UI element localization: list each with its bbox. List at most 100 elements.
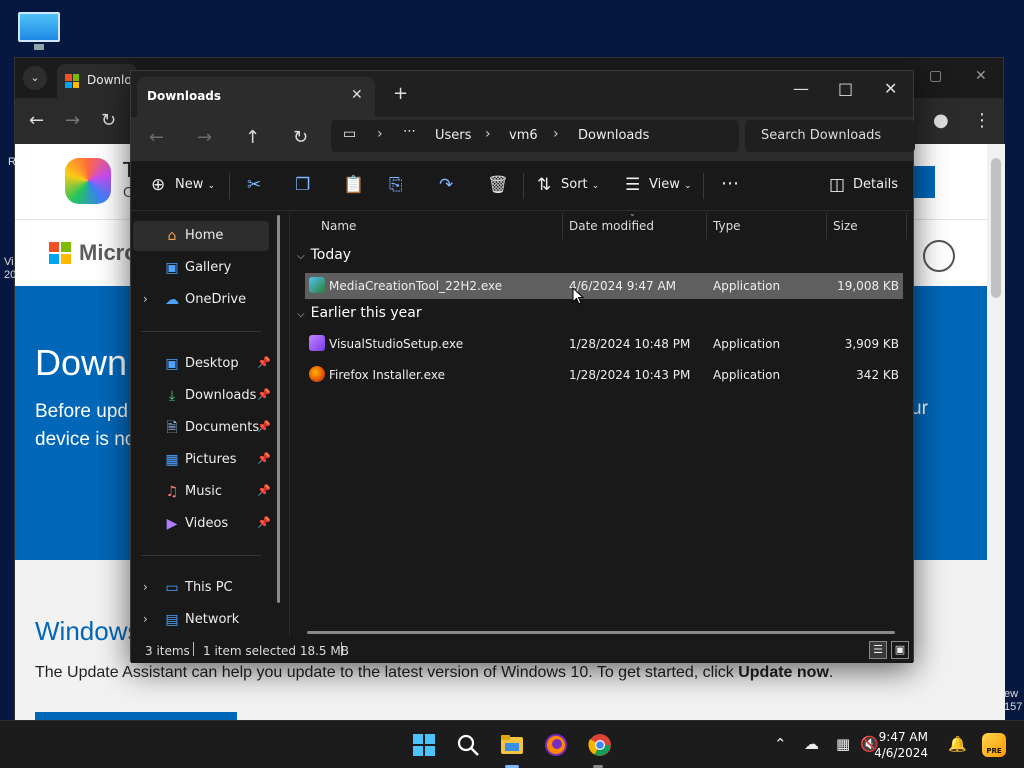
search-input[interactable]: Search Downloads bbox=[745, 120, 915, 152]
chrome-taskbar-icon[interactable] bbox=[588, 733, 612, 757]
cloud-icon: ☁ bbox=[165, 292, 179, 308]
chevron-right-icon[interactable]: › bbox=[377, 126, 383, 142]
show-hidden-icons-chevron-icon[interactable]: ⌃ bbox=[774, 735, 787, 753]
file-row[interactable]: Firefox Installer.exe 1/28/2024 10:43 PM… bbox=[305, 362, 903, 388]
copilot-preview-icon[interactable]: PRE bbox=[982, 733, 1006, 757]
pin-icon[interactable]: 📌 bbox=[257, 484, 271, 497]
details-button[interactable]: Details bbox=[853, 177, 898, 192]
system-clock[interactable]: 9:47 AM 4/6/2024 bbox=[864, 729, 928, 761]
nav-item-documents[interactable]: 🗎 Documents 📌 bbox=[133, 413, 271, 443]
tiles-view-icon[interactable]: ▣ bbox=[891, 641, 909, 659]
nav-item-desktop[interactable]: ▣ Desktop 📌 bbox=[133, 349, 271, 379]
back-arrow-icon[interactable]: ← bbox=[29, 110, 44, 131]
minimize-icon[interactable]: — bbox=[793, 79, 809, 98]
nav-item-network[interactable]: › ▤ Network bbox=[133, 605, 269, 635]
explorer-tab-downloads[interactable]: Downloads ✕ bbox=[137, 77, 375, 117]
nav-item-videos[interactable]: ▶ Videos 📌 bbox=[133, 509, 271, 539]
nav-item-onedrive[interactable]: › ☁ OneDrive bbox=[133, 285, 269, 315]
more-menu-icon[interactable]: ⋮ bbox=[973, 110, 991, 131]
pin-icon[interactable]: 📌 bbox=[257, 420, 271, 433]
scrollbar-thumb[interactable] bbox=[991, 158, 1001, 298]
search-placeholder: Search Downloads bbox=[761, 128, 882, 143]
details-pane-icon[interactable]: ◫ bbox=[829, 175, 845, 195]
sort-button[interactable]: Sort ⌄ bbox=[561, 177, 599, 192]
nav-item-home[interactable]: ⌂ Home bbox=[133, 221, 269, 251]
chevron-right-icon[interactable]: › bbox=[143, 580, 148, 594]
chevron-right-icon[interactable]: › bbox=[143, 292, 148, 306]
back-arrow-icon[interactable]: ← bbox=[149, 127, 164, 148]
chevron-right-icon[interactable]: › bbox=[485, 126, 491, 142]
network-icon[interactable]: ▦ bbox=[836, 735, 850, 753]
more-ellipsis-icon[interactable]: ⋯ bbox=[403, 124, 416, 139]
profile-icon[interactable]: ● bbox=[933, 110, 949, 131]
breadcrumb-vm6[interactable]: vm6 bbox=[509, 128, 538, 143]
copy-icon[interactable]: ❐ bbox=[295, 175, 310, 195]
new-plus-icon[interactable]: ⊕ bbox=[151, 175, 165, 195]
horizontal-scrollbar[interactable] bbox=[307, 631, 895, 634]
delete-trash-icon[interactable]: 🗑 bbox=[487, 175, 509, 195]
refresh-icon[interactable]: ↻ bbox=[293, 127, 308, 148]
this-pc-monitor-icon[interactable]: ▭ bbox=[343, 126, 356, 142]
browser-scrollbar[interactable] bbox=[987, 144, 1005, 721]
rename-icon[interactable]: ⎘ bbox=[389, 175, 403, 195]
sort-icon[interactable]: ⇅ bbox=[537, 175, 551, 195]
forward-arrow-icon[interactable]: → bbox=[65, 110, 80, 131]
nav-item-music[interactable]: ♫ Music 📌 bbox=[133, 477, 271, 507]
close-window-icon[interactable]: ✕ bbox=[884, 79, 897, 98]
chevron-right-icon[interactable]: › bbox=[553, 126, 559, 142]
reload-icon[interactable]: ↻ bbox=[101, 110, 116, 131]
microsoft-logo-icon bbox=[49, 242, 71, 264]
file-row[interactable]: VisualStudioSetup.exe 1/28/2024 10:48 PM… bbox=[305, 331, 903, 357]
search-icon[interactable] bbox=[456, 733, 480, 757]
paste-clipboard-icon[interactable]: 📋 bbox=[343, 175, 364, 195]
browser-maximize-icon[interactable]: ▢ bbox=[929, 68, 942, 84]
file-explorer-taskbar-icon[interactable] bbox=[500, 733, 524, 757]
pin-icon[interactable]: 📌 bbox=[257, 356, 271, 369]
tab-actions-chevron-icon[interactable]: ⌄ bbox=[23, 66, 47, 90]
nav-item-downloads[interactable]: ⤓ Downloads 📌 bbox=[133, 381, 271, 411]
new-button[interactable]: New ⌄ bbox=[175, 177, 215, 192]
new-tab-plus-icon[interactable]: + bbox=[393, 83, 408, 104]
chevron-right-icon[interactable]: › bbox=[143, 612, 148, 626]
pin-icon[interactable]: 📌 bbox=[257, 516, 271, 529]
breadcrumb-downloads[interactable]: Downloads bbox=[578, 128, 649, 143]
pin-icon[interactable]: 📌 bbox=[257, 388, 271, 401]
close-tab-icon[interactable]: ✕ bbox=[351, 87, 363, 103]
pin-icon[interactable]: 📌 bbox=[257, 452, 271, 465]
group-header-earlier[interactable]: ⌵ Earlier this year bbox=[297, 305, 422, 321]
cut-scissors-icon[interactable]: ✂ bbox=[247, 175, 261, 195]
nav-scrollbar[interactable] bbox=[277, 215, 280, 603]
browser-close-icon[interactable]: ✕ bbox=[975, 68, 987, 84]
nav-item-pictures[interactable]: ▦ Pictures 📌 bbox=[133, 445, 271, 475]
browser-tab[interactable]: Downlo bbox=[57, 64, 137, 98]
share-icon[interactable]: ↷ bbox=[439, 175, 453, 195]
mouse-cursor-icon bbox=[572, 287, 584, 305]
file-row[interactable]: MediaCreationTool_22H2.exe 4/6/2024 9:47… bbox=[305, 273, 903, 299]
notifications-bell-icon[interactable]: 🔔 bbox=[948, 735, 967, 753]
copilot-logo-icon bbox=[65, 158, 111, 204]
firefox-taskbar-icon[interactable] bbox=[544, 733, 568, 757]
nav-item-this-pc[interactable]: › ▭ This PC bbox=[133, 573, 269, 603]
this-pc-desktop-icon[interactable] bbox=[18, 10, 60, 50]
account-icon[interactable] bbox=[923, 240, 955, 272]
address-input[interactable]: ▭ › ⋯ Users › vm6 › Downloads bbox=[331, 120, 739, 152]
more-options-icon[interactable]: ⋯ bbox=[721, 173, 739, 194]
start-windows-icon[interactable] bbox=[412, 733, 436, 757]
chevron-down-icon: ⌵ bbox=[297, 309, 305, 320]
section-text: The Update Assistant can help you update… bbox=[35, 664, 834, 681]
forward-arrow-icon[interactable]: → bbox=[197, 127, 212, 148]
column-header-name[interactable]: Name bbox=[321, 219, 356, 233]
onedrive-offline-icon[interactable]: ☁ bbox=[804, 735, 819, 753]
up-arrow-icon[interactable]: ↑ bbox=[245, 127, 260, 148]
maximize-icon[interactable]: □ bbox=[838, 79, 853, 98]
details-view-icon[interactable]: ☰ bbox=[869, 641, 887, 659]
nav-item-gallery[interactable]: ▣ Gallery bbox=[133, 253, 269, 283]
column-header-type[interactable]: Type bbox=[713, 219, 741, 233]
column-header-size[interactable]: Size bbox=[833, 219, 858, 233]
group-header-today[interactable]: ⌵ Today bbox=[297, 247, 351, 263]
breadcrumb-users[interactable]: Users bbox=[435, 128, 471, 143]
edge-fragment: ew 157 bbox=[1004, 688, 1023, 713]
column-header-date[interactable]: Date modified bbox=[569, 219, 654, 233]
view-button[interactable]: View ⌄ bbox=[649, 177, 692, 192]
view-icon[interactable]: ☰ bbox=[625, 175, 640, 195]
